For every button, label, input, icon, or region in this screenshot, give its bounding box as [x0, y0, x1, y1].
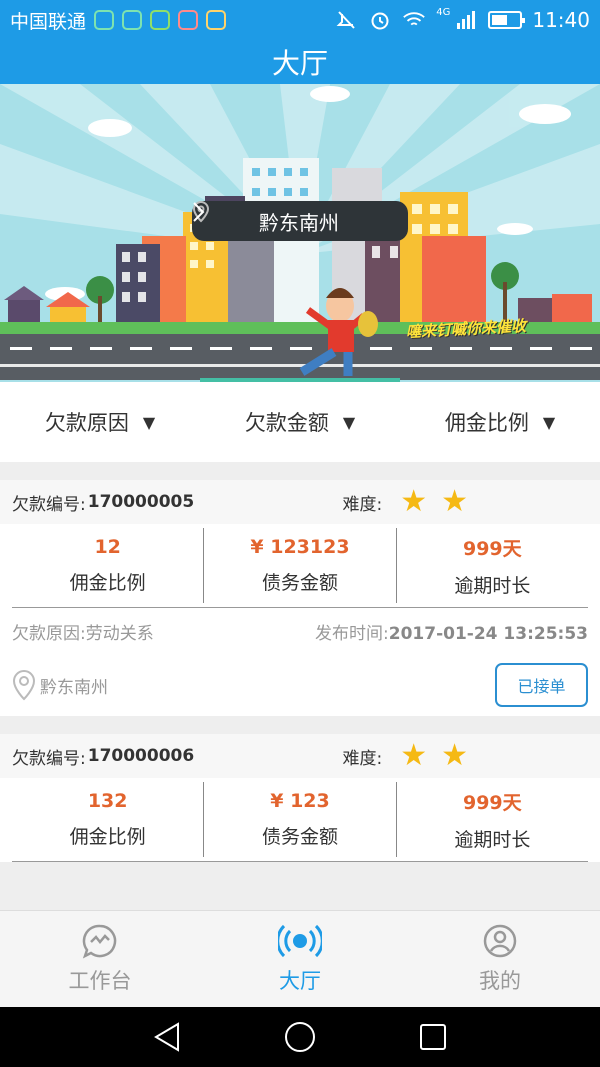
stat-value: 999天	[462, 537, 522, 560]
status-bar: 中国联通 4G 11:40	[0, 0, 600, 40]
stat-debt-amount: ¥ 123 债务金额	[204, 782, 397, 857]
difficulty-stars: ★ ★	[400, 741, 468, 771]
carrier-name: 中国联通	[10, 10, 87, 33]
order-status-button[interactable]: 已接单	[495, 663, 588, 707]
difficulty: 难度: ★ ★	[342, 487, 468, 517]
tab-label: 大厅	[279, 969, 321, 993]
publish-time: 发布时间:2017-01-24 13:25:53	[315, 619, 588, 644]
stat-value: 12	[94, 536, 121, 558]
debt-card[interactable]: 欠款编号: 170000005 难度: ★ ★ 12 佣金比例 ¥ 123123 …	[0, 480, 600, 716]
star-icon: ★	[400, 738, 428, 773]
city-banner[interactable]: 黔东南州 噻来钉嘁你来催收	[0, 84, 600, 382]
card-meta: 欠款原因:劳动关系 发布时间:2017-01-24 13:25:53	[0, 608, 600, 654]
notification-icons	[94, 10, 227, 30]
system-nav-bar	[0, 1007, 600, 1067]
publish-time-value: 2017-01-24 13:25:53	[388, 623, 588, 644]
broadcast-icon	[278, 923, 322, 959]
battery-icon	[488, 11, 526, 29]
stat-value: 132	[87, 790, 128, 812]
location-name: 黔东南州	[259, 210, 339, 235]
tab-label: 我的	[479, 969, 521, 993]
stat-label: 债务金额	[261, 572, 338, 594]
card-header: 欠款编号: 170000005 难度: ★ ★	[0, 480, 600, 524]
filter-debt-reason[interactable]: 欠款原因 ▼	[0, 382, 200, 462]
card-header: 欠款编号: 170000006 难度: ★ ★	[0, 734, 600, 778]
tab-workbench[interactable]: 工作台	[0, 911, 200, 1007]
debt-no-value: 170000005	[87, 492, 195, 512]
stat-label: 逾期时长	[454, 574, 531, 597]
stat-label: 佣金比例	[69, 826, 146, 848]
difficulty-label: 难度:	[342, 748, 383, 769]
tab-label: 工作台	[68, 969, 132, 993]
stat-overdue: 999天 逾期时长	[397, 528, 588, 603]
difficulty: 难度: ★ ★	[342, 741, 468, 771]
signal-icon	[454, 10, 478, 30]
difficulty-stars: ★ ★	[400, 487, 468, 517]
stat-label: 佣金比例	[69, 572, 146, 594]
star-icon: ★	[400, 484, 428, 519]
user-icon	[478, 923, 522, 959]
card-stats: 12 佣金比例 ¥ 123123 债务金额 999天 逾期时长	[12, 524, 588, 608]
star-icon: ★	[441, 738, 468, 773]
filter-label: 欠款金额	[244, 411, 329, 435]
stat-value: ¥ 123123	[250, 536, 350, 558]
debt-no-label: 欠款编号:	[12, 494, 86, 515]
stat-value: ¥ 123	[270, 790, 330, 812]
difficulty-label: 难度:	[342, 494, 383, 515]
page-title: 大厅	[271, 47, 328, 80]
bottom-tab-bar: 工作台 大厅 我的	[0, 910, 600, 1007]
notification-app-icon	[178, 10, 199, 30]
debt-reason: 欠款原因:劳动关系	[12, 623, 154, 644]
stat-value: 999天	[462, 791, 522, 814]
alarm-icon	[368, 10, 392, 30]
stat-label: 债务金额	[261, 826, 338, 848]
publish-time-label: 发布时间:	[315, 623, 389, 644]
stat-commission: 132 佣金比例	[12, 782, 205, 857]
notification-app-icon	[150, 10, 171, 30]
card-location-row: 黔东南州 已接单	[0, 654, 600, 716]
home-icon[interactable]	[280, 1017, 320, 1057]
stat-label: 逾期时长	[454, 828, 531, 851]
mute-icon	[334, 10, 358, 30]
notification-app-icon	[94, 10, 115, 30]
tab-hall[interactable]: 大厅	[200, 911, 400, 1007]
chat-pulse-icon	[78, 923, 122, 959]
debt-card[interactable]: 欠款编号: 170000006 难度: ★ ★ 132 佣金比例 ¥ 123 债务…	[0, 734, 600, 862]
location-selector[interactable]: 黔东南州	[192, 201, 408, 241]
tab-mine[interactable]: 我的	[400, 911, 600, 1007]
caret-down-icon: ▼	[342, 412, 356, 432]
stat-debt-amount: ¥ 123123 债务金额	[204, 528, 397, 603]
title-bar: 大厅	[0, 40, 600, 84]
debt-no-label: 欠款编号:	[12, 748, 86, 769]
filter-label: 欠款原因	[44, 411, 129, 435]
clock: 11:40	[532, 8, 590, 32]
caret-down-icon: ▼	[542, 412, 556, 432]
card-stats: 132 佣金比例 ¥ 123 债务金额 999天 逾期时长	[12, 778, 588, 862]
recents-icon[interactable]	[413, 1017, 453, 1057]
star-icon: ★	[441, 484, 468, 519]
back-icon[interactable]	[147, 1017, 187, 1057]
location-pin-icon	[12, 668, 40, 702]
filter-commission-rate[interactable]: 佣金比例 ▼	[400, 382, 600, 462]
debt-list[interactable]: 欠款编号: 170000005 难度: ★ ★ 12 佣金比例 ¥ 123123 …	[0, 462, 600, 910]
caret-down-icon: ▼	[142, 412, 156, 432]
filter-label: 佣金比例	[444, 411, 529, 435]
card-location: 黔东南州	[40, 677, 108, 698]
stat-overdue: 999天 逾期时长	[397, 782, 588, 857]
network-type: 4G	[436, 6, 451, 18]
filter-debt-amount[interactable]: 欠款金额 ▼	[200, 382, 400, 462]
wifi-icon	[402, 10, 426, 30]
stat-commission: 12 佣金比例	[12, 528, 205, 603]
battery-level	[492, 15, 507, 25]
filter-bar: 欠款原因 ▼ 欠款金额 ▼ 佣金比例 ▼	[0, 382, 600, 462]
debt-no-value: 170000006	[87, 746, 195, 766]
notification-app-icon	[206, 10, 227, 30]
notification-app-icon	[122, 10, 143, 30]
